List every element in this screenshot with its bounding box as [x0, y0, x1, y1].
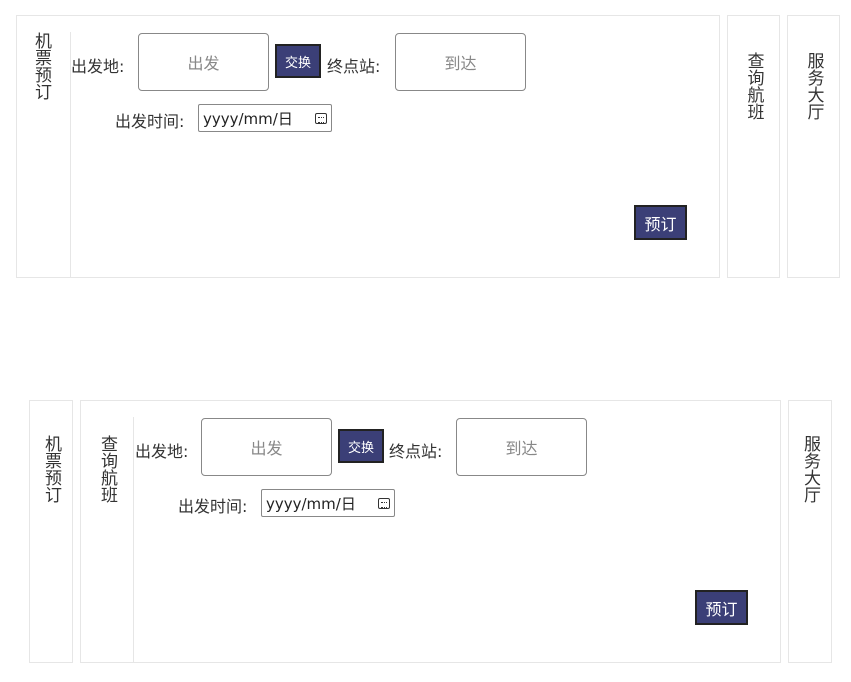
tab-query-flights[interactable]: 查询航班	[727, 15, 780, 278]
to-input[interactable]: 到达	[395, 33, 526, 91]
date-input-value-2: yyyy/mm/日	[266, 494, 356, 513]
from-label: 出发地:	[71, 57, 125, 76]
calendar-icon[interactable]	[315, 112, 327, 124]
date-label-2: 出发时间:	[178, 497, 248, 516]
tab-query-flights-label: 查询航班	[743, 52, 764, 120]
tab-service-hall-2[interactable]: 服务大厅	[788, 400, 832, 663]
date-input-2[interactable]: yyyy/mm/日	[261, 489, 395, 517]
tab-ticket-booking[interactable]: 机票预订	[29, 400, 73, 663]
date-label: 出发时间:	[115, 112, 185, 131]
tab-divider-2	[133, 417, 134, 662]
swap-button[interactable]: 交换	[275, 44, 321, 78]
date-input[interactable]: yyyy/mm/日	[198, 104, 332, 132]
book-button-2[interactable]: 预订	[695, 590, 748, 625]
book-button[interactable]: 预订	[634, 205, 687, 240]
tab-service-hall-label-2: 服务大厅	[800, 435, 820, 503]
swap-button-2[interactable]: 交换	[338, 429, 384, 463]
from-label-2: 出发地:	[135, 442, 189, 461]
top-booking-panel: 机票预订 出发地: 出发 交换 终点站: 到达 出发时间: yyyy/mm/日 …	[16, 15, 720, 278]
tab-service-hall-label: 服务大厅	[803, 52, 824, 120]
to-input-2[interactable]: 到达	[456, 418, 587, 476]
bottom-query-panel: 查询航班 出发地: 出发 交换 终点站: 到达 出发时间: yyyy/mm/日 …	[80, 400, 781, 663]
to-label: 终点站:	[327, 57, 381, 76]
tab-ticket-booking-label[interactable]: 机票预订	[31, 32, 51, 100]
to-label-2: 终点站:	[389, 442, 443, 461]
tab-service-hall[interactable]: 服务大厅	[787, 15, 840, 278]
calendar-icon[interactable]	[378, 497, 390, 509]
from-input[interactable]: 出发	[138, 33, 269, 91]
tab-query-flights-label-2[interactable]: 查询航班	[97, 435, 117, 503]
from-input-2[interactable]: 出发	[201, 418, 332, 476]
date-input-value: yyyy/mm/日	[203, 109, 293, 128]
tab-ticket-booking-label-2: 机票预订	[41, 435, 61, 503]
